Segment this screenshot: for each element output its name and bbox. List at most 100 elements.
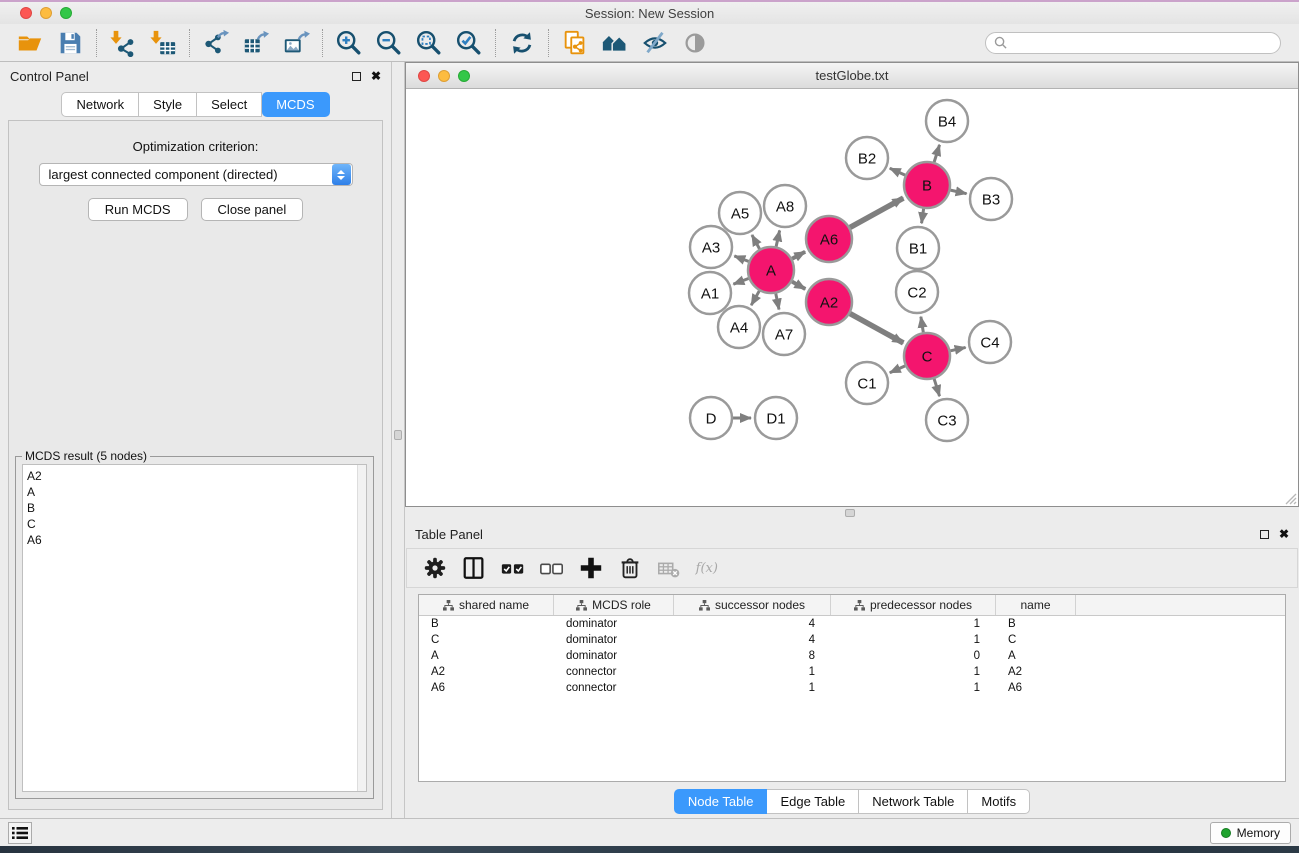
horizontal-splitter[interactable]: [405, 507, 1299, 520]
export-network-icon[interactable]: [196, 27, 236, 59]
float-panel-icon[interactable]: [352, 72, 361, 81]
column-layout-icon[interactable]: [458, 553, 490, 583]
graph-node-C1[interactable]: C1: [846, 362, 888, 404]
graph-edge-A-A3[interactable]: [734, 256, 748, 261]
graph-node-A8[interactable]: A8: [764, 185, 806, 227]
graph-edge-C-C4[interactable]: [950, 347, 965, 350]
mcds-result-item[interactable]: A2: [27, 468, 357, 484]
tab-mcds[interactable]: MCDS: [262, 92, 329, 117]
graph-node-B[interactable]: B: [904, 162, 950, 208]
table-row[interactable]: A6connector11A6: [419, 680, 1285, 696]
close-panel-button[interactable]: Close panel: [201, 198, 304, 221]
duplicate-network-icon[interactable]: [555, 27, 595, 59]
zoom-in-icon[interactable]: [329, 27, 369, 59]
add-column-icon[interactable]: [575, 553, 607, 583]
graph-node-A7[interactable]: A7: [763, 313, 805, 355]
tab-motifs[interactable]: Motifs: [968, 789, 1030, 814]
graph-edge-A-A1[interactable]: [733, 278, 748, 284]
graph-edge-A-A6[interactable]: [792, 252, 805, 259]
import-network-icon[interactable]: [103, 27, 143, 59]
vertical-splitter[interactable]: [391, 62, 405, 818]
mcds-result-item[interactable]: A: [27, 484, 357, 500]
graph-node-B4[interactable]: B4: [926, 100, 968, 142]
splitter-grip[interactable]: [845, 509, 855, 517]
table-row[interactable]: Adominator80A: [419, 648, 1285, 664]
graph-node-A6[interactable]: A6: [806, 216, 852, 262]
settings-gear-icon[interactable]: [419, 553, 451, 583]
home-view-icon[interactable]: [595, 27, 635, 59]
delete-table-icon[interactable]: [653, 553, 685, 583]
close-table-panel-icon[interactable]: ✖: [1279, 528, 1289, 540]
function-builder-icon[interactable]: f(x): [692, 553, 724, 583]
graph-edge-B-B3[interactable]: [950, 190, 966, 194]
float-table-panel-icon[interactable]: [1260, 530, 1269, 539]
memory-button[interactable]: Memory: [1210, 822, 1291, 844]
graph-node-A3[interactable]: A3: [690, 226, 732, 268]
tab-select[interactable]: Select: [197, 92, 262, 117]
graph-node-C[interactable]: C: [904, 333, 950, 379]
zoom-fit-icon[interactable]: [409, 27, 449, 59]
graph-node-B3[interactable]: B3: [970, 178, 1012, 220]
deselect-all-checkboxes-icon[interactable]: [536, 553, 568, 583]
save-session-icon[interactable]: [50, 27, 90, 59]
tab-node-table[interactable]: Node Table: [674, 789, 768, 814]
graph-node-D1[interactable]: D1: [755, 397, 797, 439]
run-mcds-button[interactable]: Run MCDS: [88, 198, 188, 221]
graph-edge-A2-C[interactable]: [850, 314, 903, 343]
graph-edge-B-B2[interactable]: [890, 168, 905, 175]
mcds-result-item[interactable]: A6: [27, 532, 357, 548]
graph-node-A5[interactable]: A5: [719, 192, 761, 234]
graph-edge-B-B4[interactable]: [934, 145, 939, 162]
graph-edge-C-C2[interactable]: [921, 317, 923, 333]
select-all-checkboxes-icon[interactable]: [497, 553, 529, 583]
column-header-predecessor-nodes[interactable]: predecessor nodes: [831, 595, 996, 615]
table-row[interactable]: Cdominator41C: [419, 632, 1285, 648]
splitter-grip[interactable]: [394, 430, 402, 440]
mcds-result-item[interactable]: C: [27, 516, 357, 532]
table-row[interactable]: Bdominator41B: [419, 616, 1285, 632]
zoom-out-icon[interactable]: [369, 27, 409, 59]
graph-edge-A-A8[interactable]: [776, 230, 780, 246]
column-header-name[interactable]: name: [996, 595, 1076, 615]
graph-node-A1[interactable]: A1: [689, 272, 731, 314]
tab-style[interactable]: Style: [139, 92, 197, 117]
task-history-button[interactable]: [8, 822, 32, 844]
graph-edge-A-A5[interactable]: [752, 235, 760, 249]
graph-edge-C-C1[interactable]: [890, 366, 905, 373]
tab-edge-table[interactable]: Edge Table: [767, 789, 859, 814]
table-row[interactable]: A2connector11A2: [419, 664, 1285, 680]
zoom-selected-icon[interactable]: [449, 27, 489, 59]
graph-node-C4[interactable]: C4: [969, 321, 1011, 363]
graph-node-C2[interactable]: C2: [896, 271, 938, 313]
show-all-icon[interactable]: [675, 27, 715, 59]
import-table-icon[interactable]: [143, 27, 183, 59]
graph-edge-A-A2[interactable]: [792, 282, 805, 289]
graph-node-A[interactable]: A: [748, 247, 794, 293]
refresh-layout-icon[interactable]: [502, 27, 542, 59]
result-scrollbar[interactable]: [357, 465, 366, 791]
network-canvas[interactable]: B4 B2 B B3 A8A5 A6 A3 B1 A C2 A1 A2 A4A7 C4 C C1 D D1 C3: [406, 89, 1298, 506]
graph-edge-A-A7[interactable]: [776, 294, 779, 310]
tab-network[interactable]: Network: [61, 92, 139, 117]
optimization-dropdown[interactable]: largest connected component (directed): [39, 163, 353, 186]
graph-edge-B-B1[interactable]: [922, 209, 924, 223]
graph-node-A4[interactable]: A4: [718, 306, 760, 348]
graph-node-B1[interactable]: B1: [897, 227, 939, 269]
graph-edge-A-A4[interactable]: [751, 291, 759, 305]
graph-node-B2[interactable]: B2: [846, 137, 888, 179]
graph-node-D[interactable]: D: [690, 397, 732, 439]
mcds-result-item[interactable]: B: [27, 500, 357, 516]
network-graph[interactable]: B4 B2 B B3 A8A5 A6 A3 B1 A C2 A1 A2 A4A7 C4 C C1 D D1 C3: [406, 89, 1298, 506]
column-header-successor-nodes[interactable]: successor nodes: [674, 595, 831, 615]
search-field[interactable]: [985, 32, 1281, 54]
column-header-MCDS-role[interactable]: MCDS role: [554, 595, 674, 615]
close-panel-icon[interactable]: ✖: [371, 70, 381, 82]
open-session-icon[interactable]: [10, 27, 50, 59]
export-image-icon[interactable]: [276, 27, 316, 59]
delete-column-icon[interactable]: [614, 553, 646, 583]
column-header-shared-name[interactable]: shared name: [419, 595, 554, 615]
search-input[interactable]: [1012, 36, 1272, 50]
window-resize-grip-icon[interactable]: [1283, 491, 1297, 505]
graph-node-A2[interactable]: A2: [806, 279, 852, 325]
graph-node-C3[interactable]: C3: [926, 399, 968, 441]
